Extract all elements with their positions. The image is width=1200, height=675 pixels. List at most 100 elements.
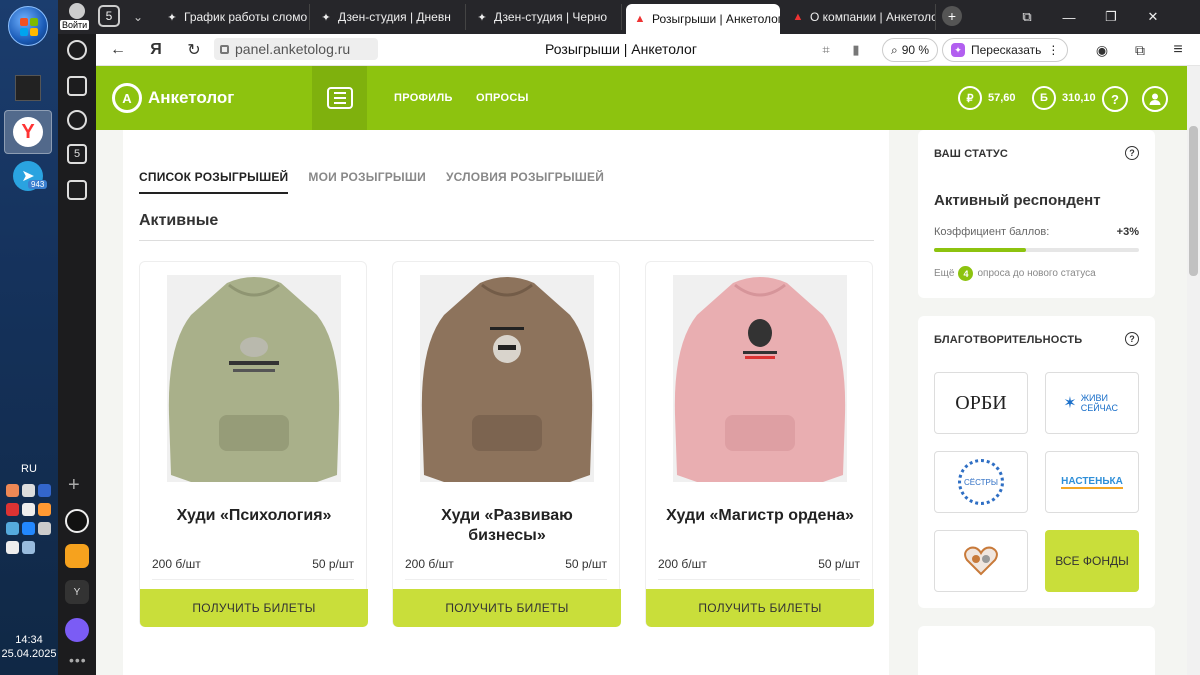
address-field[interactable]: panel.anketolog.ru [214, 38, 378, 60]
tray-icon[interactable] [22, 522, 35, 535]
language-indicator[interactable]: RU [0, 463, 58, 475]
video-icon[interactable] [67, 110, 87, 130]
tray-icon[interactable] [38, 503, 51, 516]
network-icon[interactable] [6, 541, 19, 554]
fund-zhivi-seychas[interactable]: ✶ ЖИВИ СЕЙЧАС [1045, 372, 1139, 434]
profile-button[interactable]: Войти [58, 0, 96, 34]
help-button[interactable]: ? [1102, 86, 1128, 112]
minimize-button[interactable]: — [1050, 0, 1088, 34]
get-tickets-button[interactable]: ПОЛУЧИТЬ БИЛЕТЫ [646, 589, 874, 627]
user-icon [1149, 93, 1161, 105]
get-tickets-button[interactable]: ПОЛУЧИТЬ БИЛЕТЫ [140, 589, 368, 627]
tab-my-raffles[interactable]: МОИ РОЗЫГРЫШИ [308, 170, 426, 194]
get-tickets-button[interactable]: ПОЛУЧИТЬ БИЛЕТЫ [393, 589, 621, 627]
app-icon[interactable] [65, 509, 89, 533]
fund-orbi[interactable]: ОРБИ [934, 372, 1028, 434]
divider [139, 240, 874, 241]
clock[interactable]: 14:34 25.04.2025 [0, 633, 58, 661]
translate-icon[interactable]: ⌗ [814, 38, 838, 62]
retell-button[interactable]: ✦ Пересказать ⋮ [942, 38, 1069, 62]
downloads-icon[interactable]: ⧉ [1128, 38, 1152, 62]
tray-icon[interactable] [6, 522, 19, 535]
bookmark-icon[interactable]: ▮ [844, 38, 868, 62]
tray-icon[interactable] [22, 484, 35, 497]
all-funds-button[interactable]: ВСЕ ФОНДЫ [1045, 530, 1139, 592]
remaining-count: 4 [958, 266, 974, 281]
tab-active[interactable]: ▲ Розыгрыши | Анкетолог ✕ [626, 4, 780, 34]
nav-surveys[interactable]: ОПРОСЫ [476, 92, 529, 104]
tray-icon[interactable] [6, 503, 19, 516]
yandex-button[interactable]: Я [144, 38, 168, 62]
chevron-down-icon[interactable]: ⌄ [126, 6, 150, 28]
collections-icon[interactable] [67, 76, 87, 96]
tab-counter[interactable]: 5 [98, 5, 120, 27]
screenshot-icon[interactable] [67, 180, 87, 200]
history-icon[interactable] [67, 40, 87, 60]
extension-icon[interactable]: ◉ [1090, 38, 1114, 62]
new-tab-button[interactable]: + [942, 6, 962, 26]
windows-logo-icon [20, 18, 38, 36]
note-prefix: Ещё [934, 268, 955, 279]
maximize-button[interactable]: ❐ [1092, 0, 1130, 34]
yandex-browser-icon: Y [13, 117, 43, 147]
balance-bonus[interactable]: Б 310,10 [1032, 86, 1096, 110]
tab-strip: Войти 5 ⌄ ✦ График работы сломо ✦ Дзен-с… [58, 0, 1200, 34]
tab-counter-side[interactable]: 5 [67, 144, 87, 164]
yandex-app-icon[interactable]: Y [65, 580, 89, 604]
tab-title: Дзен-студия | Дневн [338, 10, 451, 24]
fund-nastenka[interactable]: НАСТЕНЬКА [1045, 451, 1139, 513]
tab-title: Дзен-студия | Черно [494, 10, 608, 24]
volume-icon[interactable] [22, 541, 35, 554]
taskbar-app-telegram[interactable]: ➤ 943 [4, 154, 52, 198]
more-icon[interactable]: ••• [69, 652, 87, 668]
sparkle-icon: ✦ [321, 11, 331, 24]
zhivi-logo: ✶ ЖИВИ СЕЙЧАС [1063, 393, 1120, 413]
back-button[interactable]: ← [106, 38, 130, 62]
balance-bonus-value: 310,10 [1062, 92, 1096, 104]
reload-button[interactable]: ↻ [182, 38, 206, 62]
nav-profile[interactable]: ПРОФИЛЬ [394, 92, 453, 104]
bookmarks-panel-icon[interactable]: ⧉ [1008, 0, 1046, 34]
scrollbar-thumb[interactable] [1189, 126, 1198, 276]
note-suffix: опроса до нового статуса [977, 268, 1096, 279]
tab-raffle-list[interactable]: СПИСОК РОЗЫГРЫШЕЙ [139, 170, 289, 194]
alice-icon[interactable] [65, 618, 89, 642]
balance-rub-value: 57,60 [988, 92, 1016, 104]
page-scrollbar[interactable] [1187, 66, 1200, 675]
tab-title: О компании | Анкетолог [810, 10, 936, 24]
tray-icon[interactable] [6, 484, 19, 497]
hamburger-menu-button[interactable] [312, 66, 367, 130]
tray-icon[interactable] [38, 484, 51, 497]
ai-icon: ✦ [951, 43, 965, 57]
help-icon[interactable]: ? [1125, 332, 1139, 346]
fund-name: НАСТЕНЬКА [1061, 475, 1123, 489]
help-icon[interactable]: ? [1125, 146, 1139, 160]
menu-icon[interactable]: ≡ [1166, 38, 1190, 62]
raffle-card: Худи «Развиваю бизнесы» 200 б/шт 50 р/шт… [392, 261, 621, 627]
add-panel-icon[interactable]: + [68, 474, 80, 497]
price-bonus: 200 б/шт [152, 557, 201, 571]
tray-icon[interactable] [22, 503, 35, 516]
fund-heart[interactable] [934, 530, 1028, 592]
mail-icon[interactable] [65, 544, 89, 568]
tab-raffle-rules[interactable]: УСЛОВИЯ РОЗЫГРЫШЕЙ [446, 170, 604, 194]
taskbar-app-yandex-browser[interactable]: Y [4, 110, 52, 154]
balance-rub[interactable]: ₽ 57,60 [958, 86, 1016, 110]
raffle-prices: 200 б/шт 50 р/шт [152, 557, 354, 580]
logo-text: Анкетолог [148, 88, 235, 107]
more-vertical-icon[interactable]: ⋮ [1047, 43, 1059, 57]
tab[interactable]: ✦ Дзен-студия | Дневн [312, 4, 466, 30]
tab[interactable]: ✦ График работы сломо [158, 4, 310, 30]
start-button[interactable] [8, 6, 48, 46]
user-button[interactable] [1142, 86, 1168, 112]
fund-sestry[interactable]: СЁСТРЫ [934, 451, 1028, 513]
anketolog-icon: ▲ [634, 13, 646, 25]
tray-icon[interactable] [38, 522, 51, 535]
tab[interactable]: ✦ Дзен-студия | Черно [468, 4, 622, 30]
close-window-button[interactable]: ✕ [1134, 0, 1172, 34]
site-logo[interactable]: А Анкетолог [112, 83, 234, 113]
taskbar-app-terminal[interactable] [4, 66, 52, 110]
tab[interactable]: ▲ О компании | Анкетолог [784, 4, 936, 30]
zoom-control[interactable]: ⌕ 90 % [882, 38, 939, 62]
hoodie-image [420, 275, 594, 482]
